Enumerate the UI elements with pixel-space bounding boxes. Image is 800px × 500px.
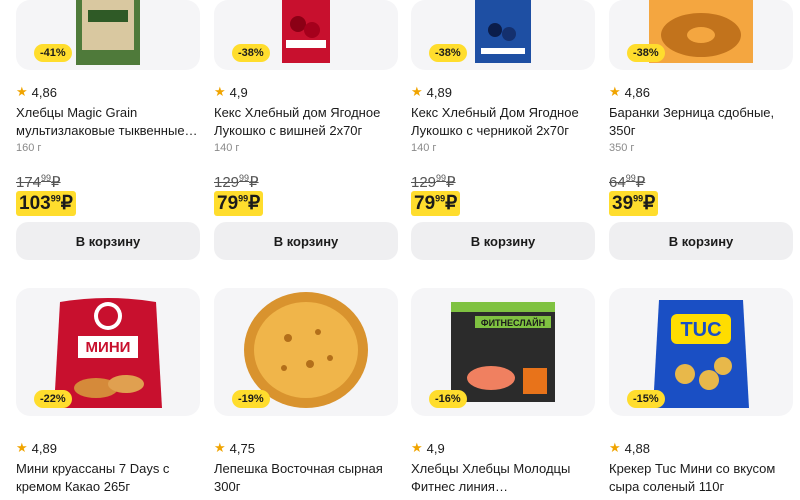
product-card[interactable]: -41% ★ 4,86 Хлебцы Magic Grain мультизлак…	[16, 0, 200, 260]
old-price: 17499₽	[16, 173, 61, 191]
rating: ★ 4,86	[16, 84, 57, 100]
add-to-cart-button[interactable]: В корзину	[609, 222, 793, 260]
discount-badge: -15%	[627, 390, 665, 408]
discount-badge: -38%	[429, 44, 467, 62]
product-card[interactable]: МИНИ -22% ★ 4,89 Мини круассаны 7 Days с …	[16, 288, 200, 494]
package-label: МИНИ	[86, 339, 131, 356]
discount-badge: -38%	[232, 44, 270, 62]
product-title[interactable]: Лепешка Восточная сырная 300г	[214, 460, 398, 496]
product-card[interactable]: -38% ★ 4,9 Кекс Хлебный дом Ягодное Лукош…	[214, 0, 398, 260]
discount-badge: -19%	[232, 390, 270, 408]
product-image[interactable]: -19%	[214, 288, 398, 416]
package-label: TUC	[680, 319, 721, 341]
discount-badge: -41%	[34, 44, 72, 62]
rating: ★ 4,89	[16, 440, 57, 456]
new-price: 7999₽	[411, 191, 461, 216]
product-image[interactable]: ФИТНЕСЛАЙН -16%	[411, 288, 595, 416]
add-to-cart-button[interactable]: В корзину	[411, 222, 595, 260]
product-card[interactable]: -38% ★ 4,89 Кекс Хлебный Дом Ягодное Луко…	[411, 0, 595, 260]
product-weight: 160 г	[16, 142, 42, 154]
product-card[interactable]: -38% ★ 4,86 Баранки Зерница сдобные, 350г…	[609, 0, 793, 260]
product-title[interactable]: Хлебцы Хлебцы Молодцы Фитнес линия…	[411, 460, 595, 496]
new-price: 3999₽	[609, 191, 659, 216]
new-price: 10399₽	[16, 191, 76, 216]
product-title[interactable]: Баранки Зерница сдобные, 350г	[609, 104, 793, 140]
rating: ★ 4,9	[214, 84, 248, 100]
product-title[interactable]: Кекс Хлебный Дом Ягодное Лукошко с черни…	[411, 104, 595, 140]
product-title[interactable]: Кекс Хлебный дом Ягодное Лукошко с вишне…	[214, 104, 398, 140]
new-price: 7999₽	[214, 191, 264, 216]
star-icon: ★	[609, 440, 621, 455]
discount-badge: -22%	[34, 390, 72, 408]
add-to-cart-button[interactable]: В корзину	[214, 222, 398, 260]
old-price: 12999₽	[214, 173, 259, 191]
rating: ★ 4,9	[411, 440, 445, 456]
old-price: 6499₽	[609, 173, 646, 191]
rating: ★ 4,75	[214, 440, 255, 456]
product-title[interactable]: Хлебцы Magic Grain мультизлаковые тыквен…	[16, 104, 200, 140]
add-to-cart-button[interactable]: В корзину	[16, 222, 200, 260]
discount-badge: -38%	[627, 44, 665, 62]
star-icon: ★	[16, 440, 28, 455]
product-weight: 350 г	[609, 142, 635, 154]
star-icon: ★	[214, 440, 226, 455]
product-card[interactable]: TUC -15% ★ 4,88 Крекер Tuc Мини со вкусом…	[609, 288, 793, 494]
product-image[interactable]: -38%	[214, 0, 398, 70]
product-card[interactable]: -19% ★ 4,75 Лепешка Восточная сырная 300г	[214, 288, 398, 494]
star-icon: ★	[411, 440, 423, 455]
product-image[interactable]: -38%	[411, 0, 595, 70]
product-image[interactable]: -38%	[609, 0, 793, 70]
old-price: 12999₽	[411, 173, 456, 191]
product-image[interactable]: -41%	[16, 0, 200, 70]
star-icon: ★	[16, 84, 28, 99]
discount-badge: -16%	[429, 390, 467, 408]
product-title[interactable]: Крекер Tuc Мини со вкусом сыра соленый 1…	[609, 460, 793, 496]
product-card[interactable]: ФИТНЕСЛАЙН -16% ★ 4,9 Хлебцы Хлебцы Молод…	[411, 288, 595, 494]
product-image[interactable]: TUC -15%	[609, 288, 793, 416]
star-icon: ★	[609, 84, 621, 99]
rating: ★ 4,89	[411, 84, 452, 100]
star-icon: ★	[214, 84, 226, 99]
product-image[interactable]: МИНИ -22%	[16, 288, 200, 416]
product-title[interactable]: Мини круассаны 7 Days с кремом Какао 265…	[16, 460, 200, 496]
rating: ★ 4,86	[609, 84, 650, 100]
package-label: ФИТНЕСЛАЙН	[481, 317, 545, 328]
rating: ★ 4,88	[609, 440, 650, 456]
star-icon: ★	[411, 84, 423, 99]
product-weight: 140 г	[411, 142, 437, 154]
product-grid: -41% ★ 4,86 Хлебцы Magic Grain мультизлак…	[0, 0, 800, 500]
product-weight: 140 г	[214, 142, 240, 154]
